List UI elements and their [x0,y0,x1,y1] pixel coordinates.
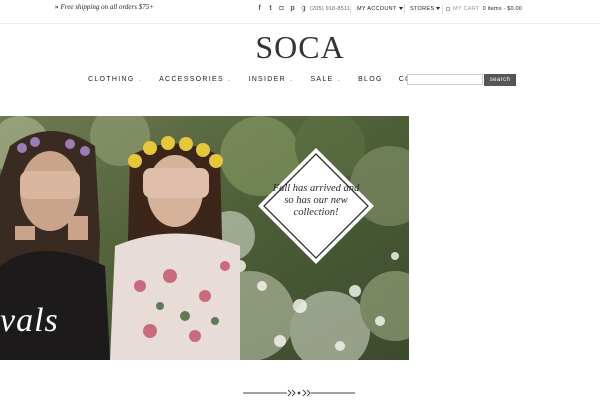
nav-item-clothing[interactable]: CLOTHING ⌄ [88,76,143,83]
promo-badge-text: Fall has arrived and so has our new coll… [272,183,360,218]
social-links: f t ◘ p g [256,5,307,13]
nav-label: SALE [310,76,334,83]
site-logo[interactable]: SOCA [0,31,600,63]
twitter-icon[interactable]: t [267,5,274,13]
double-chevron-icon: » [55,3,59,11]
my-account-label: MY ACCOUNT [357,6,397,12]
nav-item-insider[interactable]: INSIDER ⌄ [248,76,294,83]
cart-summary: 0 items - $0.00 [482,6,523,12]
divider [302,4,303,14]
caret-down-icon [398,7,403,11]
nav-item-accessories[interactable]: ACCESSORIES ⌄ [159,76,232,83]
my-account-menu[interactable]: MY ACCOUNT [357,6,403,12]
instagram-icon[interactable]: ◘ [278,5,285,13]
caret-down-icon [436,7,441,11]
cart-link[interactable]: MY CART 0 items - $0.00 [446,6,522,12]
stores-label: STORES [410,6,435,12]
phone-number: (205) 918-8511 [310,6,351,12]
nav-label: BLOG [358,76,383,83]
promo-text: Free shipping on all orders $75+ [60,3,154,11]
nav-label: ACCESSORIES [159,76,224,83]
divider [442,4,443,14]
facebook-icon[interactable]: f [256,5,263,13]
free-shipping-promo[interactable]: » Free shipping on all orders $75+ [55,3,167,12]
nav-item-sale[interactable]: SALE ⌄ [310,76,342,83]
nav-item-blog[interactable]: BLOG [358,76,383,83]
pinterest-icon[interactable]: p [289,5,296,13]
cart-icon [446,6,450,11]
arrow-ornament-icon [243,389,355,397]
top-utility-bar: » Free shipping on all orders $75+ f t ◘ … [0,0,600,24]
main-nav: CLOTHING ⌄ ACCESSORIES ⌄ INSIDER ⌄ SALE ⌄ BL… [88,76,457,83]
chevron-down-icon: ⌄ [226,77,233,83]
chevron-down-icon: ⌄ [137,77,144,83]
chevron-down-icon: ⌄ [336,77,343,83]
stores-menu[interactable]: STORES [410,6,441,12]
nav-label: INSIDER [248,76,286,83]
search-button[interactable]: search [484,74,516,86]
chevron-down-icon: ⌄ [288,77,295,83]
search-input[interactable] [407,74,483,85]
hero-script-text: vals [0,302,59,339]
nav-label: CLOTHING [88,76,135,83]
divider [404,4,405,14]
cart-label: MY CART [453,6,480,12]
divider [350,4,351,14]
